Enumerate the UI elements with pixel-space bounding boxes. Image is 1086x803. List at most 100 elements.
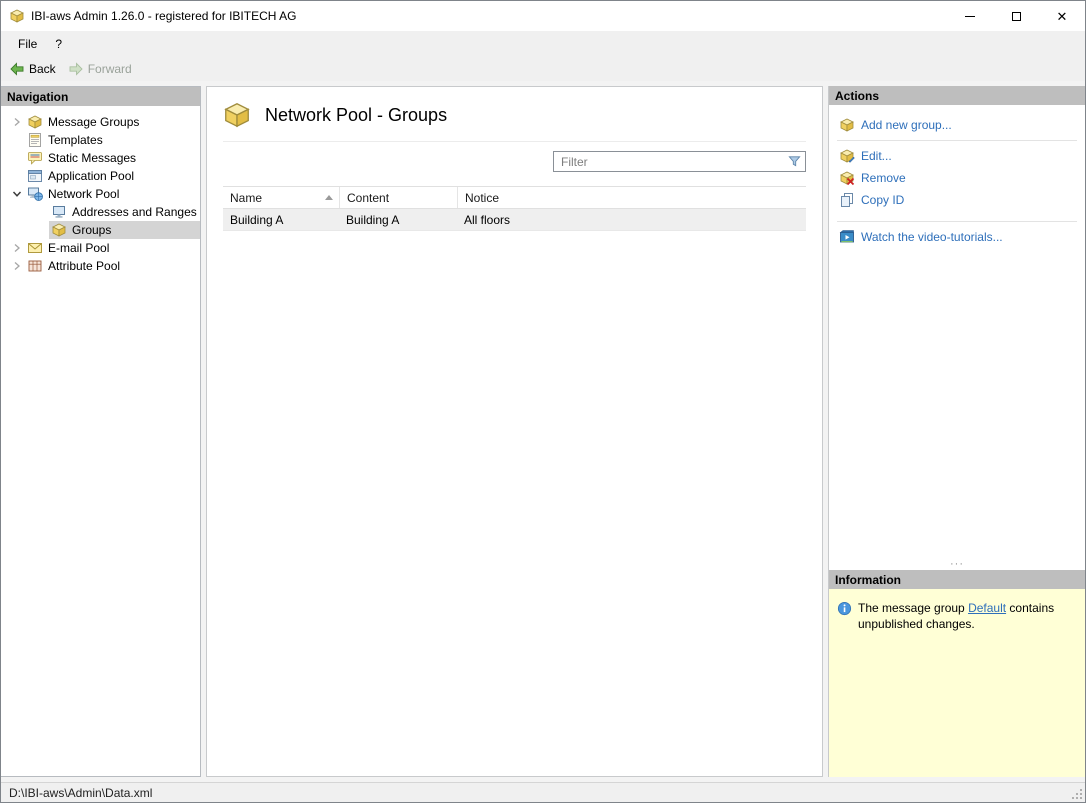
- network-pool-icon: [27, 186, 43, 202]
- info-text-before: The message group: [858, 601, 969, 615]
- nav-item-label: Network Pool: [48, 187, 120, 201]
- table-header: Name Content Notice: [223, 186, 806, 209]
- edit-link[interactable]: Edit...: [829, 145, 1085, 167]
- menu-help[interactable]: ?: [46, 33, 71, 55]
- column-header-name[interactable]: Name: [223, 187, 339, 208]
- edit-group-icon: [840, 149, 855, 163]
- video-tutorials-icon: [839, 230, 854, 243]
- default-group-link[interactable]: Default: [968, 601, 1006, 615]
- minimize-button[interactable]: [947, 1, 993, 31]
- forward-button[interactable]: Forward: [68, 61, 132, 77]
- content-panel: Network Pool - Groups Name: [206, 86, 823, 777]
- groups-icon: [51, 222, 67, 238]
- actions-separator: [837, 221, 1077, 222]
- back-arrow-icon: [10, 62, 24, 76]
- chevron-right-icon[interactable]: [9, 258, 25, 274]
- chevron-down-icon[interactable]: [9, 186, 25, 202]
- column-label: Content: [347, 190, 390, 205]
- maximize-button[interactable]: [993, 1, 1039, 31]
- addresses-icon: [51, 204, 67, 220]
- close-button[interactable]: ✕: [1039, 1, 1085, 31]
- nav-item-label: E-mail Pool: [48, 241, 110, 255]
- title-bar: IBI-aws Admin 1.26.0 - registered for IB…: [1, 1, 1085, 31]
- actions-gap: [829, 211, 1085, 217]
- window-controls: ✕: [947, 1, 1085, 31]
- status-path: D:\IBI-aws\Admin\Data.xml: [9, 785, 153, 800]
- nav-toolbar: Back Forward: [1, 57, 1085, 81]
- maximize-icon: [1011, 11, 1021, 21]
- static-messages-icon: [27, 150, 43, 166]
- email-pool-icon: [27, 240, 43, 256]
- add-new-group-link[interactable]: Add new group...: [829, 114, 1085, 136]
- nav-item-attribute-pool[interactable]: Attribute Pool: [1, 257, 200, 275]
- nav-item-static-messages[interactable]: Static Messages: [1, 149, 200, 167]
- action-label: Remove: [861, 171, 906, 185]
- column-label: Name: [230, 190, 263, 205]
- action-label: Add new group...: [861, 118, 952, 132]
- filter-band: [223, 141, 806, 180]
- nav-item-templates[interactable]: Templates: [1, 131, 200, 149]
- nav-item-email-pool[interactable]: E-mail Pool: [1, 239, 200, 257]
- copy-id-icon: [841, 193, 853, 207]
- cell-content: Building A: [346, 212, 400, 227]
- chevron-right-icon[interactable]: [9, 240, 25, 256]
- filter-funnel-icon[interactable]: [787, 154, 802, 169]
- close-icon: ✕: [1056, 8, 1068, 24]
- nav-item-label: Groups: [72, 223, 112, 237]
- nav-item-groups[interactable]: Groups: [1, 221, 200, 239]
- menu-file[interactable]: File: [9, 33, 46, 55]
- navigation-header: Navigation: [1, 87, 200, 106]
- back-label: Back: [29, 62, 56, 76]
- back-button[interactable]: Back: [9, 61, 56, 77]
- chevron-right-icon[interactable]: [9, 114, 25, 130]
- nav-item-label: Addresses and Ranges: [72, 205, 197, 219]
- templates-icon: [27, 132, 43, 148]
- window-title: IBI-aws Admin 1.26.0 - registered for IB…: [31, 9, 297, 23]
- nav-item-label: Application Pool: [48, 169, 135, 183]
- resize-grip-icon[interactable]: [1071, 788, 1083, 800]
- column-header-content[interactable]: Content: [339, 187, 457, 208]
- attribute-pool-icon: [27, 258, 43, 274]
- filter-input[interactable]: [554, 152, 805, 171]
- information-panel: Information The message group Default co…: [829, 570, 1085, 777]
- video-tutorials-link[interactable]: Watch the video-tutorials...: [829, 226, 1085, 248]
- add-group-icon: [840, 118, 854, 132]
- nav-item-network-pool[interactable]: Network Pool: [1, 185, 200, 203]
- nav-item-label: Static Messages: [48, 151, 137, 165]
- message-groups-icon: [27, 114, 43, 130]
- app-window: IBI-aws Admin 1.26.0 - registered for IB…: [0, 0, 1086, 803]
- action-label: Edit...: [861, 149, 892, 163]
- menu-bar: File ?: [1, 31, 1085, 57]
- actions-separator: [837, 140, 1077, 141]
- information-body: The message group Default contains unpub…: [829, 589, 1085, 777]
- information-message: The message group Default contains unpub…: [858, 600, 1073, 769]
- navigation-tree: Message Groups Templates Static Messages…: [1, 106, 200, 776]
- application-pool-icon: [27, 168, 43, 184]
- column-header-notice[interactable]: Notice: [457, 187, 806, 208]
- remove-link[interactable]: Remove: [829, 167, 1085, 189]
- right-panel: Actions Add new group... Edit... Remove: [828, 86, 1085, 777]
- nav-item-label: Templates: [48, 133, 103, 147]
- copy-id-link[interactable]: Copy ID: [829, 189, 1085, 211]
- nav-item-message-groups[interactable]: Message Groups: [1, 113, 200, 131]
- main-area: Navigation Message Groups Templates Stat…: [1, 81, 1085, 782]
- nav-item-label: Attribute Pool: [48, 259, 121, 273]
- cell-notice: All floors: [464, 212, 511, 227]
- panel-splitter[interactable]: ···: [829, 558, 1085, 570]
- action-label: Copy ID: [861, 193, 905, 207]
- content-header: Network Pool - Groups: [207, 87, 822, 141]
- navigation-panel: Navigation Message Groups Templates Stat…: [1, 86, 201, 777]
- nav-item-addresses-and-ranges[interactable]: Addresses and Ranges: [1, 203, 200, 221]
- app-icon: [9, 8, 25, 24]
- actions-list: Add new group... Edit... Remove Copy ID: [829, 105, 1085, 558]
- cell-name: Building A: [230, 212, 284, 227]
- remove-group-icon: [840, 171, 855, 186]
- nav-item-application-pool[interactable]: Application Pool: [1, 167, 200, 185]
- table-row[interactable]: Building A Building A All floors: [223, 209, 806, 231]
- groups-table: Name Content Notice Building A Building …: [223, 186, 806, 231]
